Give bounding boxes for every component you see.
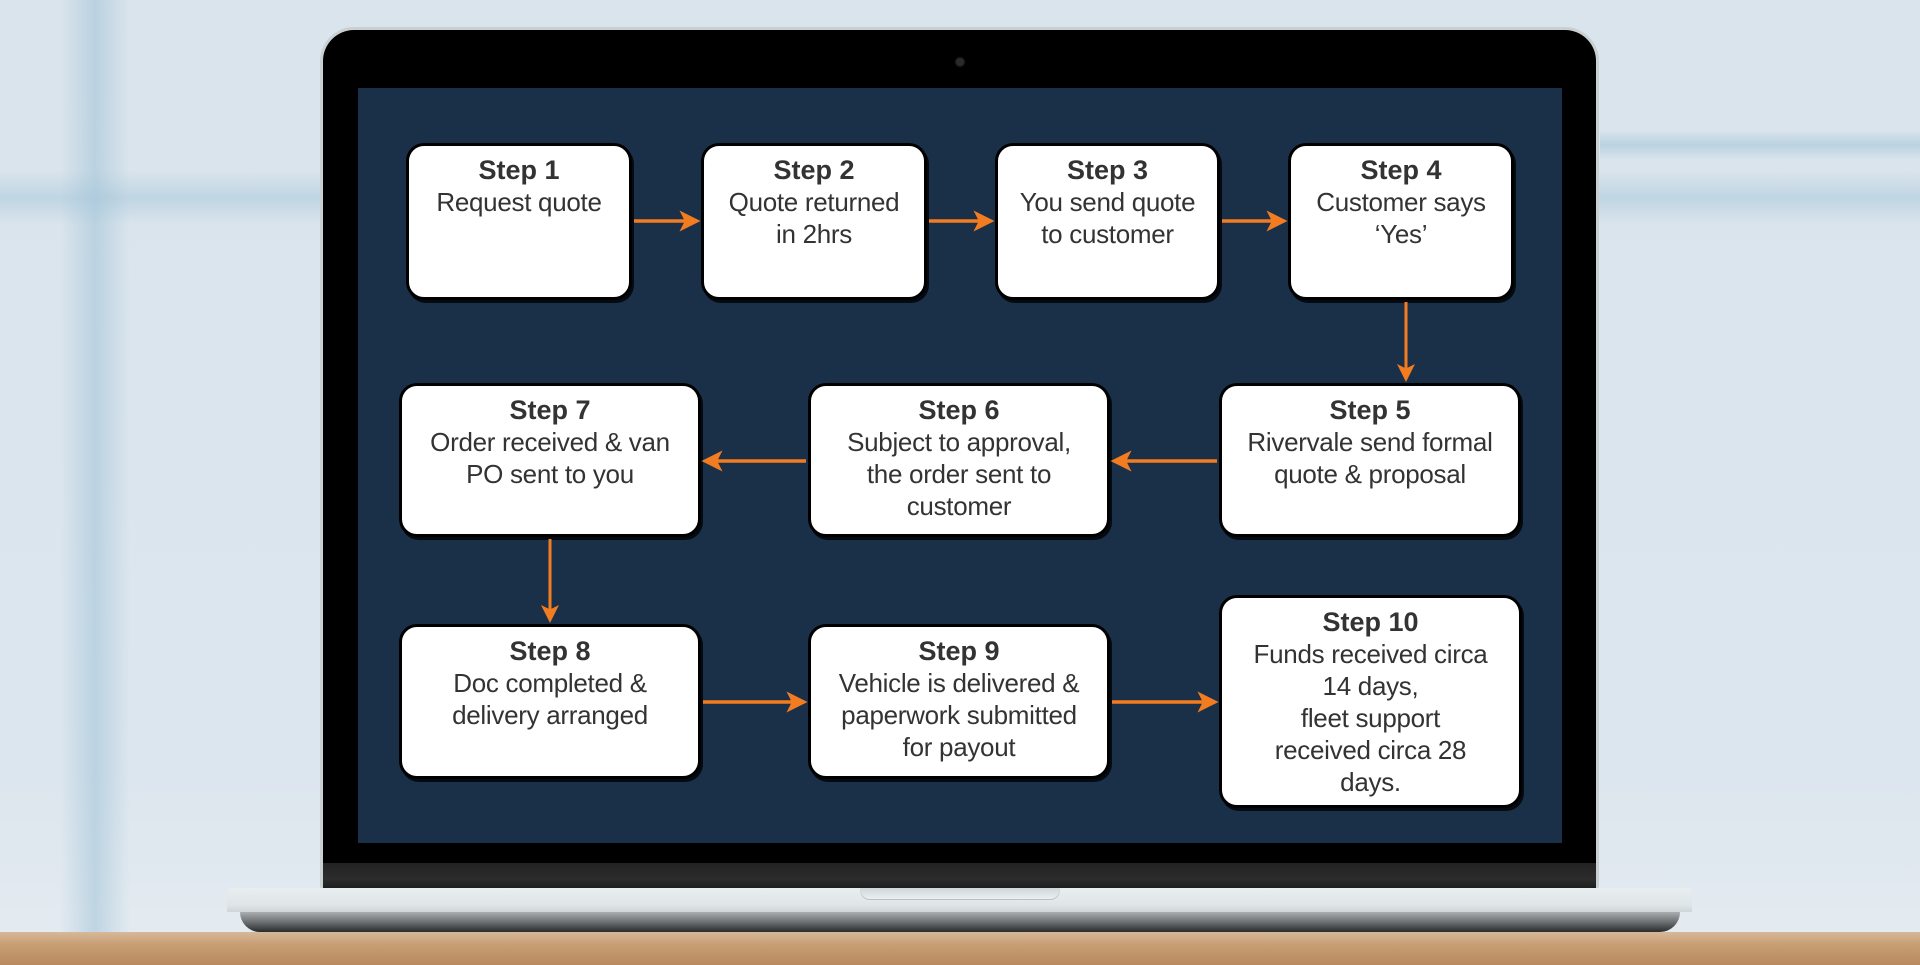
step-5-box: Step 5 Rivervale send formal quote & pro… <box>1219 383 1521 537</box>
step-description: 14 days, <box>1322 671 1419 701</box>
step-title: Step 1 <box>478 155 560 185</box>
step-1-box: Step 1 Request quote <box>406 143 632 300</box>
step-description: Quote returned <box>728 187 900 217</box>
step-description: in 2hrs <box>776 219 852 249</box>
step-title: Step 2 <box>773 155 855 185</box>
step-4-box: Step 4 Customer says ‘Yes’ <box>1288 143 1514 300</box>
step-description: Rivervale send formal <box>1247 427 1493 457</box>
laptop-open-notch <box>860 888 1060 900</box>
step-description: the order sent to <box>866 459 1052 489</box>
step-description: fleet support <box>1300 703 1441 733</box>
step-title: Step 3 <box>1066 155 1149 185</box>
step-title: Step 10 <box>1322 607 1419 637</box>
step-description: Subject to approval, <box>847 427 1071 457</box>
step-title: Step 7 <box>509 395 591 425</box>
step-description: for payout <box>902 732 1016 762</box>
step-description: customer <box>906 491 1012 521</box>
wooden-desk <box>0 932 1920 965</box>
step-description: days. <box>1340 767 1401 797</box>
step-description: delivery arranged <box>452 700 648 730</box>
step-7-box: Step 7 Order received & van PO sent to y… <box>399 383 701 537</box>
step-description: Doc completed & <box>453 668 647 698</box>
step-2-box: Step 2 Quote returned in 2hrs <box>701 143 927 300</box>
step-description: received circa 28 <box>1274 735 1467 765</box>
step-3-box: Step 3 You send quote to customer <box>995 143 1220 300</box>
step-description: You send quote <box>1019 187 1196 217</box>
step-description: PO sent to you <box>466 459 634 489</box>
webcam-icon <box>956 58 964 66</box>
step-description: Customer says <box>1316 187 1486 217</box>
step-title: Step 5 <box>1329 395 1411 425</box>
laptop-base-underside <box>240 912 1680 932</box>
background-window-frame <box>1600 130 1920 160</box>
step-description: Request quote <box>436 187 602 217</box>
step-9-box: Step 9 Vehicle is delivered & paperwork … <box>808 624 1110 779</box>
step-description: Order received & van <box>430 427 670 457</box>
step-6-box: Step 6 Subject to approval, the order se… <box>808 383 1110 537</box>
step-8-box: Step 8 Doc completed & delivery arranged <box>399 624 701 779</box>
step-10-box: Step 10 Funds received circa 14 days, fl… <box>1219 595 1522 808</box>
step-description: Vehicle is delivered & <box>838 668 1080 698</box>
laptop-hinge <box>323 863 1596 890</box>
step-description: paperwork submitted <box>841 700 1077 730</box>
step-title: Step 8 <box>509 636 591 666</box>
step-title: Step 4 <box>1360 155 1442 185</box>
step-description: ‘Yes’ <box>1374 219 1428 249</box>
step-description: Funds received circa <box>1253 639 1488 669</box>
step-description: to customer <box>1041 219 1174 249</box>
step-title: Step 6 <box>918 395 1000 425</box>
step-title: Step 9 <box>918 636 1000 666</box>
step-description: quote & proposal <box>1274 459 1466 489</box>
